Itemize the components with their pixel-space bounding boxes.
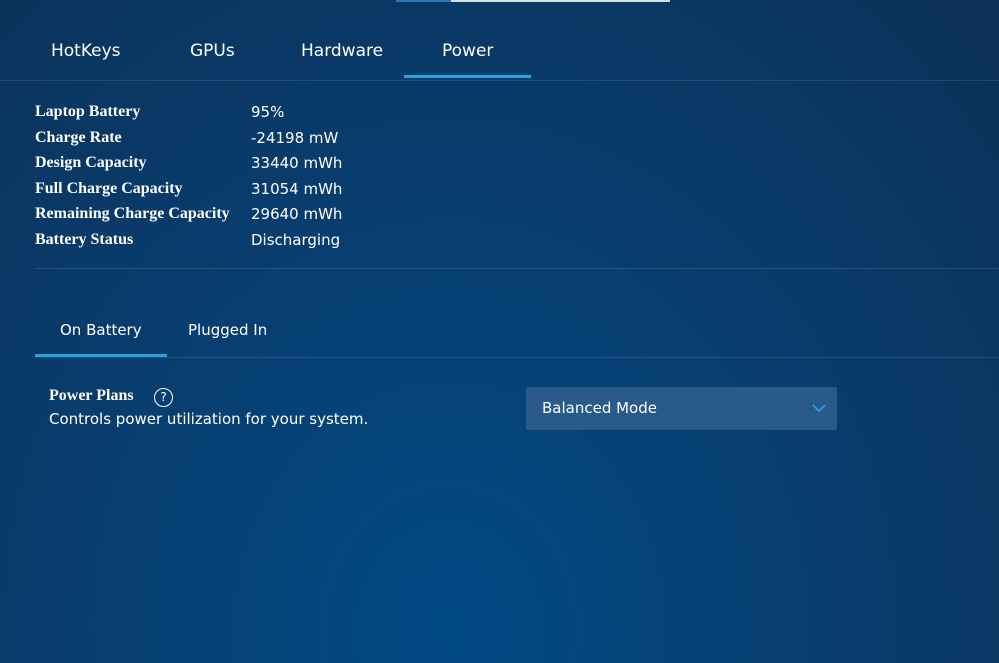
- info-label: Design Capacity: [35, 154, 147, 172]
- section-divider: [35, 268, 999, 269]
- tab-gpus[interactable]: GPUs: [190, 40, 235, 62]
- info-value: Discharging: [251, 230, 341, 249]
- power-source-tab-bar: On Battery Plugged In: [35, 300, 999, 358]
- tab-power[interactable]: Power: [403, 40, 533, 78]
- power-plans-description: Controls power utilization for your syst…: [49, 410, 369, 428]
- chevron-down-icon: [812, 404, 826, 413]
- info-label: Full Charge Capacity: [35, 179, 183, 197]
- info-label: Remaining Charge Capacity: [35, 205, 230, 223]
- power-plan-selected-value: Balanced Mode: [542, 399, 657, 417]
- power-plans-title: Power Plans: [49, 387, 134, 404]
- info-value: 31054 mWh: [251, 179, 343, 198]
- info-value: 33440 mWh: [251, 154, 343, 173]
- tab-hotkeys[interactable]: HotKeys: [51, 40, 121, 62]
- main-tab-bar: HotKeys GPUs Hardware Power: [0, 0, 999, 81]
- info-label: Laptop Battery: [35, 103, 141, 120]
- info-label: Battery Status: [35, 230, 134, 248]
- info-value: -24198 mW: [251, 128, 339, 147]
- info-value: 95%: [251, 103, 285, 121]
- power-plan-dropdown[interactable]: Balanced Mode: [526, 387, 837, 430]
- help-icon[interactable]: ?: [154, 388, 173, 407]
- tab-hardware[interactable]: Hardware: [301, 40, 383, 62]
- tab-plugged-in[interactable]: Plugged In: [188, 321, 267, 339]
- info-value: 29640 mWh: [251, 205, 343, 224]
- info-label: Charge Rate: [35, 128, 122, 146]
- tab-on-battery[interactable]: On Battery: [35, 321, 167, 357]
